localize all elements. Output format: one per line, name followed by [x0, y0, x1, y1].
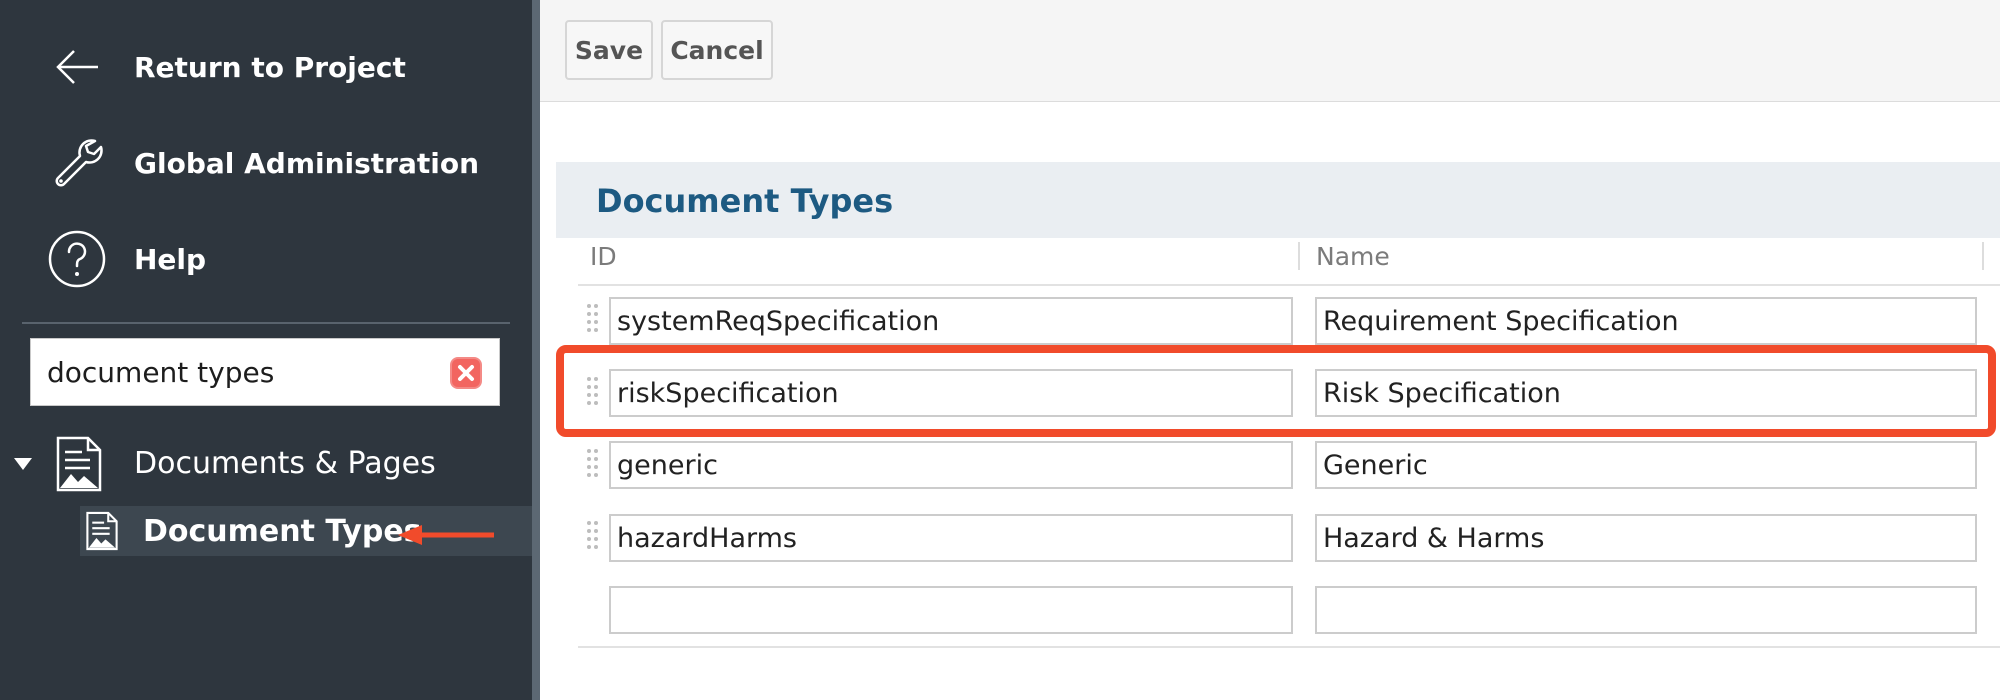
- tree-item-document-types-label: Document Types: [143, 514, 422, 549]
- row-id-input[interactable]: [609, 441, 1293, 489]
- nav-return-to-project-label: Return to Project: [134, 50, 406, 84]
- arrow-left-icon: [44, 34, 110, 100]
- nav-return-to-project[interactable]: Return to Project: [0, 27, 532, 107]
- row-name-input[interactable]: [1315, 369, 1977, 417]
- clear-icon[interactable]: [449, 356, 483, 390]
- sidebar: Return to Project Global Administration …: [0, 0, 532, 700]
- sidebar-edge: [532, 0, 540, 700]
- nav-help[interactable]: Help: [0, 219, 532, 299]
- row-name-input[interactable]: [1315, 297, 1977, 345]
- sidebar-divider: [22, 322, 510, 324]
- wrench-icon: [44, 130, 110, 196]
- nav-global-administration-label: Global Administration: [134, 146, 480, 180]
- table-bottom-divider: [578, 646, 2000, 648]
- tree-item-documents-pages[interactable]: Documents & Pages: [134, 446, 436, 481]
- cancel-button[interactable]: Cancel: [661, 20, 773, 80]
- new-row-name-input[interactable]: [1315, 586, 1977, 634]
- row-name-input[interactable]: [1315, 514, 1977, 562]
- row-id-input[interactable]: [609, 514, 1293, 562]
- drag-handle-icon[interactable]: [586, 376, 600, 410]
- drag-handle-icon[interactable]: [586, 520, 600, 554]
- section-header: Document Types: [556, 162, 2000, 238]
- help-circle-icon: [44, 226, 110, 292]
- drag-handle-icon[interactable]: [586, 448, 600, 482]
- column-header-name: Name: [1316, 242, 1390, 271]
- toolbar: Save Cancel: [540, 0, 2000, 102]
- nav-global-administration[interactable]: Global Administration: [0, 123, 532, 203]
- annotation-arrow-icon: [396, 522, 496, 548]
- table-header-divider: [578, 284, 2000, 286]
- document-icon: [56, 436, 102, 492]
- document-icon: [86, 511, 118, 551]
- drag-handle-icon[interactable]: [586, 303, 600, 337]
- filter-box: [30, 338, 500, 406]
- column-separator[interactable]: [1982, 242, 1984, 270]
- row-id-input[interactable]: [609, 297, 1293, 345]
- row-id-input[interactable]: [609, 369, 1293, 417]
- new-row-id-input[interactable]: [609, 586, 1293, 634]
- nav-help-label: Help: [134, 242, 207, 276]
- column-header-id: ID: [590, 242, 617, 271]
- save-button[interactable]: Save: [565, 20, 653, 80]
- page-title: Document Types: [596, 182, 894, 220]
- row-name-input[interactable]: [1315, 441, 1977, 489]
- expand-caret-icon[interactable]: [14, 458, 32, 470]
- column-separator[interactable]: [1298, 242, 1300, 270]
- filter-input[interactable]: [47, 351, 447, 393]
